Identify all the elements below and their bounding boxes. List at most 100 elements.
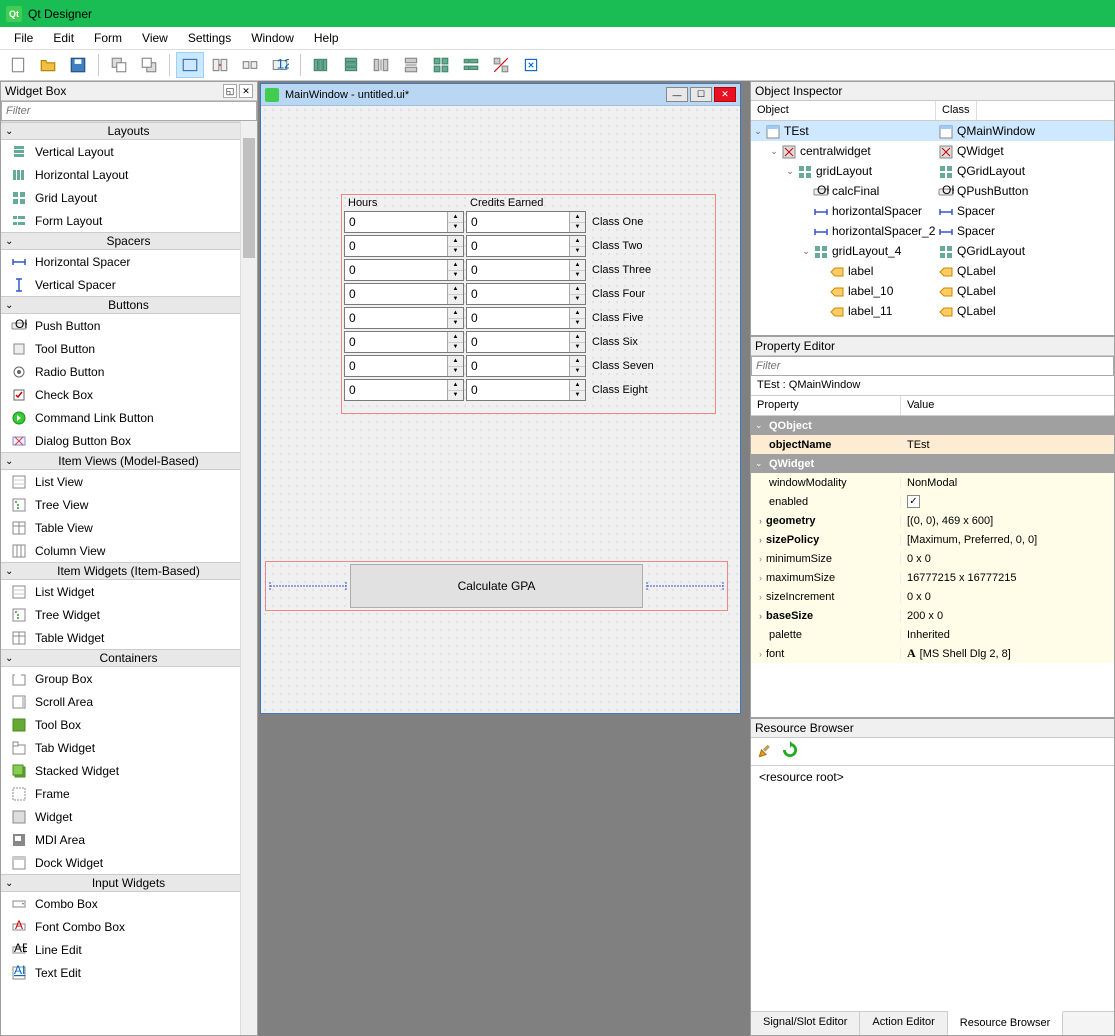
widget-line-edit[interactable]: ABILine Edit (1, 938, 240, 961)
object-TEst[interactable]: ⌄TEstQMainWindow (751, 121, 1114, 141)
object-horizontalSpacer[interactable]: horizontalSpacerSpacer (751, 201, 1114, 221)
widget-scroll-area[interactable]: Scroll Area (1, 690, 240, 713)
menu-view[interactable]: View (132, 28, 178, 48)
category-item-widgets-item-based-[interactable]: ⌄Item Widgets (Item-Based) (1, 562, 240, 580)
prop-group-qwidget[interactable]: ⌄QWidget (751, 454, 1114, 473)
horizontal-spacer[interactable] (268, 580, 348, 592)
layout-form-button[interactable] (457, 52, 485, 78)
credits-spinbox-4[interactable]: 0▲▼ (466, 307, 586, 329)
widget-horizontal-spacer[interactable]: Horizontal Spacer (1, 250, 240, 273)
category-input-widgets[interactable]: ⌄Input Widgets (1, 874, 240, 892)
widget-tree-view[interactable]: Tree View (1, 493, 240, 516)
widget-column-view[interactable]: Column View (1, 539, 240, 562)
widget-tab-widget[interactable]: Tab Widget (1, 736, 240, 759)
form-window[interactable]: MainWindow - untitled.ui* — ☐ ✕ Hours Cr… (260, 83, 741, 714)
credits-spinbox-1[interactable]: 0▲▼ (466, 235, 586, 257)
category-item-views-model-based-[interactable]: ⌄Item Views (Model-Based) (1, 452, 240, 470)
edit-widgets-button[interactable] (176, 52, 204, 78)
hours-spinbox-2[interactable]: 0▲▼ (344, 259, 464, 281)
menu-form[interactable]: Form (84, 28, 132, 48)
widget-list-widget[interactable]: List Widget (1, 580, 240, 603)
object-label[interactable]: labelQLabel (751, 261, 1114, 281)
widget-box-scrollbar[interactable] (240, 121, 257, 1035)
widget-command-link-button[interactable]: Command Link Button (1, 406, 240, 429)
widget-form-layout[interactable]: Form Layout (1, 209, 240, 232)
prop-windowModality[interactable]: windowModalityNonModal (751, 473, 1114, 492)
credits-spinbox-7[interactable]: 0▲▼ (466, 379, 586, 401)
object-centralwidget[interactable]: ⌄centralwidgetQWidget (751, 141, 1114, 161)
widget-table-view[interactable]: Table View (1, 516, 240, 539)
widget-vertical-spacer[interactable]: Vertical Spacer (1, 273, 240, 296)
form-window-titlebar[interactable]: MainWindow - untitled.ui* — ☐ ✕ (261, 84, 740, 106)
hours-spinbox-4[interactable]: 0▲▼ (344, 307, 464, 329)
widget-table-widget[interactable]: Table Widget (1, 626, 240, 649)
prop-palette[interactable]: paletteInherited (751, 625, 1114, 644)
object-label_10[interactable]: label_10QLabel (751, 281, 1114, 301)
credits-spinbox-3[interactable]: 0▲▼ (466, 283, 586, 305)
maximize-button[interactable]: ☐ (690, 87, 712, 102)
gridlayout4-outline[interactable]: Hours Credits Earned 0▲▼0▲▼Class One0▲▼0… (341, 194, 716, 414)
form-canvas[interactable]: Hours Credits Earned 0▲▼0▲▼Class One0▲▼0… (261, 106, 740, 713)
send-to-back-button[interactable] (105, 52, 133, 78)
widget-box-list[interactable]: ⌄LayoutsVertical LayoutHorizontal Layout… (1, 121, 240, 1035)
hours-spinbox-1[interactable]: 0▲▼ (344, 235, 464, 257)
widget-group-box[interactable]: Group Box (1, 667, 240, 690)
edit-buddies-button[interactable] (236, 52, 264, 78)
minimize-button[interactable]: — (666, 87, 688, 102)
widget-frame[interactable]: Frame (1, 782, 240, 805)
widget-vertical-layout[interactable]: Vertical Layout (1, 140, 240, 163)
widget-font-combo-box[interactable]: AFont Combo Box (1, 915, 240, 938)
edit-signals-button[interactable] (206, 52, 234, 78)
layout-grid-button[interactable] (427, 52, 455, 78)
widget-horizontal-layout[interactable]: Horizontal Layout (1, 163, 240, 186)
hours-spinbox-0[interactable]: 0▲▼ (344, 211, 464, 233)
category-layouts[interactable]: ⌄Layouts (1, 122, 240, 140)
close-button[interactable]: ✕ (714, 87, 736, 102)
prop-group-qobject[interactable]: ⌄QObject (751, 416, 1114, 435)
break-layout-button[interactable] (487, 52, 515, 78)
widget-stacked-widget[interactable]: Stacked Widget (1, 759, 240, 782)
category-buttons[interactable]: ⌄Buttons (1, 296, 240, 314)
property-list[interactable]: ⌄QObjectobjectNameTEst⌄QWidgetwindowModa… (751, 416, 1114, 717)
layout-horizontal-splitter-button[interactable] (367, 52, 395, 78)
prop-sizePolicy[interactable]: sizePolicy[Maximum, Preferred, 0, 0] (751, 530, 1114, 549)
tab-action-editor[interactable]: Action Editor (860, 1012, 947, 1035)
widget-radio-button[interactable]: Radio Button (1, 360, 240, 383)
edit-resources-button[interactable] (757, 741, 775, 762)
prop-geometry[interactable]: geometry[(0, 0), 469 x 600] (751, 511, 1114, 530)
prop-baseSize[interactable]: baseSize200 x 0 (751, 606, 1114, 625)
category-containers[interactable]: ⌄Containers (1, 649, 240, 667)
menu-file[interactable]: File (4, 28, 43, 48)
horizontal-spacer-2[interactable] (645, 580, 725, 592)
category-spacers[interactable]: ⌄Spacers (1, 232, 240, 250)
menu-help[interactable]: Help (304, 28, 349, 48)
credits-spinbox-2[interactable]: 0▲▼ (466, 259, 586, 281)
edit-tab-order-button[interactable]: 12 (266, 52, 294, 78)
menu-edit[interactable]: Edit (43, 28, 84, 48)
prop-minimumSize[interactable]: minimumSize0 x 0 (751, 549, 1114, 568)
dock-close-button[interactable]: ✕ (239, 84, 253, 98)
object-gridLayout_4[interactable]: ⌄gridLayout_4QGridLayout (751, 241, 1114, 261)
save-button[interactable] (64, 52, 92, 78)
dock-float-button[interactable]: ◱ (223, 84, 237, 98)
menu-settings[interactable]: Settings (178, 28, 241, 48)
hours-spinbox-6[interactable]: 0▲▼ (344, 355, 464, 377)
widget-widget[interactable]: Widget (1, 805, 240, 828)
bring-to-front-button[interactable] (135, 52, 163, 78)
widget-combo-box[interactable]: Combo Box (1, 892, 240, 915)
credits-spinbox-6[interactable]: 0▲▼ (466, 355, 586, 377)
object-label_11[interactable]: label_11QLabel (751, 301, 1114, 321)
object-tree[interactable]: ⌄TEstQMainWindow⌄centralwidgetQWidget ⌄gr… (751, 121, 1114, 335)
widget-dialog-button-box[interactable]: Dialog Button Box (1, 429, 240, 452)
tab-signal-slot-editor[interactable]: Signal/Slot Editor (751, 1012, 860, 1035)
calculate-gpa-button[interactable]: Calculate GPA (350, 564, 643, 608)
prop-sizeIncrement[interactable]: sizeIncrement0 x 0 (751, 587, 1114, 606)
widget-tree-widget[interactable]: Tree Widget (1, 603, 240, 626)
prop-enabled[interactable]: enabled✓ (751, 492, 1114, 511)
widget-push-button[interactable]: OKPush Button (1, 314, 240, 337)
resource-tree[interactable]: <resource root> (751, 766, 1114, 1011)
property-filter-input[interactable] (751, 356, 1114, 376)
widget-box-filter-input[interactable] (1, 101, 257, 121)
hours-spinbox-7[interactable]: 0▲▼ (344, 379, 464, 401)
widget-list-view[interactable]: List View (1, 470, 240, 493)
